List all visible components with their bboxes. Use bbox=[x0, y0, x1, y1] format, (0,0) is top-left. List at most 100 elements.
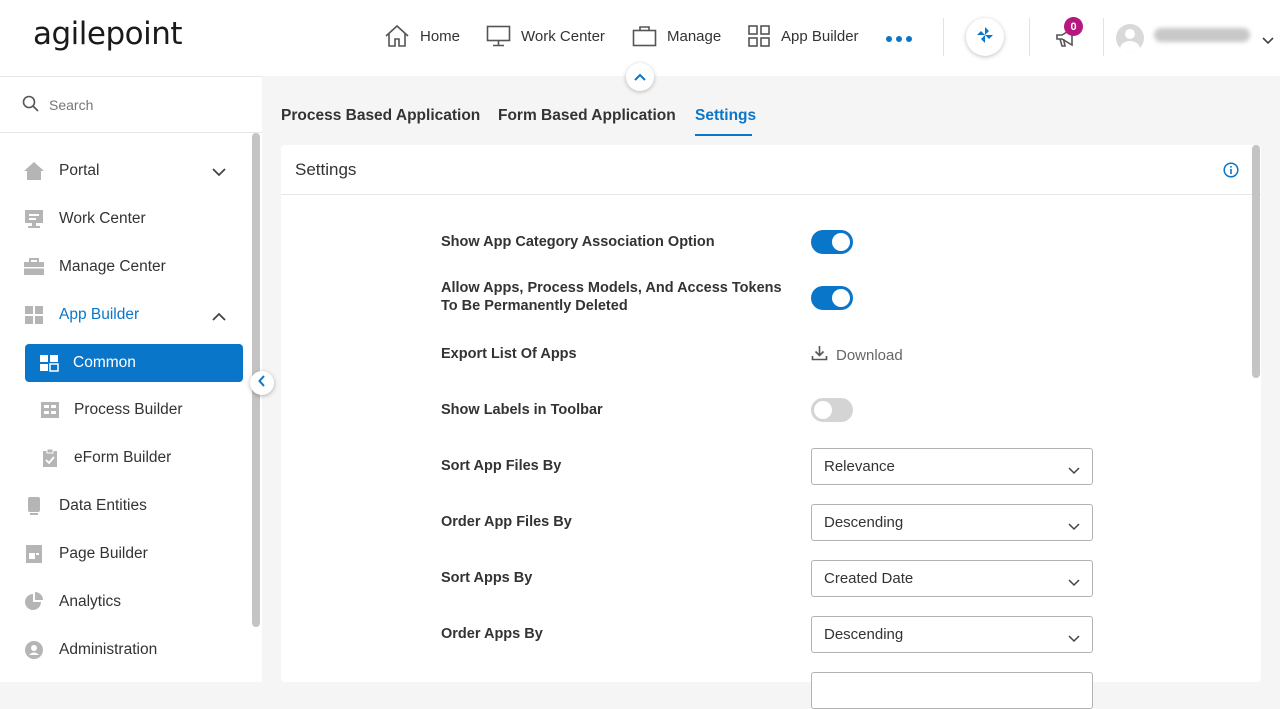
chevron-up-icon[interactable] bbox=[212, 308, 226, 326]
sidebar-subitem-label: Process Builder bbox=[74, 401, 183, 418]
download-label: Download bbox=[836, 346, 903, 364]
monitor-icon bbox=[486, 24, 511, 48]
download-button[interactable]: Download bbox=[811, 345, 903, 365]
collapse-sidebar-button[interactable] bbox=[250, 371, 274, 395]
grid-icon bbox=[747, 24, 771, 48]
sidebar: Search Portal Work Center Manage Center … bbox=[0, 76, 262, 682]
order-apps-select[interactable]: Descending bbox=[811, 616, 1093, 653]
nav-app-builder[interactable]: App Builder bbox=[747, 24, 859, 48]
show-app-category-toggle[interactable] bbox=[811, 230, 853, 254]
database-icon bbox=[22, 496, 46, 516]
chevron-down-icon bbox=[1068, 630, 1080, 647]
setting-label-line: Allow Apps, Process Models, And Access T… bbox=[441, 280, 782, 296]
select-value: Created Date bbox=[824, 570, 914, 587]
nav-manage-label: Manage bbox=[667, 27, 722, 45]
setting-label: Order Apps By bbox=[441, 626, 543, 642]
notification-badge: 0 bbox=[1064, 17, 1083, 36]
pinwheel-button[interactable] bbox=[966, 18, 1004, 56]
setting-label: Order App Files By bbox=[441, 514, 572, 530]
avatar[interactable] bbox=[1116, 24, 1144, 52]
setting-label: Sort App Files By bbox=[441, 458, 562, 474]
sidebar-item-label: Administration bbox=[59, 641, 158, 658]
common-icon bbox=[39, 354, 59, 372]
pie-chart-icon bbox=[22, 592, 46, 612]
sidebar-subitem-process-builder[interactable]: Process Builder bbox=[40, 392, 183, 428]
sidebar-item-label: Manage Center bbox=[59, 258, 166, 275]
divider bbox=[943, 18, 944, 56]
user-icon bbox=[22, 640, 46, 660]
sidebar-subitem-label: eForm Builder bbox=[74, 449, 172, 466]
select-value: Relevance bbox=[824, 458, 895, 475]
chevron-up-icon bbox=[634, 68, 646, 86]
divider bbox=[1029, 18, 1030, 56]
allow-permanent-delete-toggle[interactable] bbox=[811, 286, 853, 310]
next-setting-select[interactable] bbox=[811, 672, 1093, 709]
sidebar-item-label: Data Entities bbox=[59, 497, 147, 514]
nav-work-center-label: Work Center bbox=[521, 27, 605, 45]
tab-settings[interactable]: Settings bbox=[695, 107, 756, 125]
process-icon bbox=[40, 401, 60, 419]
setting-label-line: To Be Permanently Deleted bbox=[441, 298, 628, 314]
sidebar-item-administration[interactable]: Administration bbox=[22, 632, 157, 668]
form-icon bbox=[40, 448, 60, 468]
sidebar-subitem-common[interactable]: Common bbox=[25, 344, 243, 382]
order-app-files-select[interactable]: Descending bbox=[811, 504, 1093, 541]
sidebar-item-label: Analytics bbox=[59, 593, 122, 610]
sort-app-files-select[interactable]: Relevance bbox=[811, 448, 1093, 485]
chevron-left-icon bbox=[258, 374, 266, 392]
setting-label: Show Labels in Toolbar bbox=[441, 402, 603, 418]
sidebar-item-label: Work Center bbox=[59, 210, 146, 227]
briefcase-icon bbox=[22, 257, 46, 277]
sidebar-subitem-label: Common bbox=[73, 354, 136, 371]
grid-icon bbox=[22, 305, 46, 325]
setting-label: Export List Of Apps bbox=[441, 346, 577, 362]
sidebar-item-label: Portal bbox=[59, 162, 100, 179]
select-value: Descending bbox=[824, 514, 904, 531]
user-name-blurred[interactable] bbox=[1154, 28, 1250, 42]
home-icon bbox=[22, 161, 46, 181]
sidebar-item-app-builder[interactable]: App Builder bbox=[22, 297, 226, 333]
briefcase-icon bbox=[632, 24, 657, 48]
search-placeholder: Search bbox=[49, 96, 94, 113]
setting-label: Show App Category Association Option bbox=[441, 234, 715, 250]
settings-panel: Settings Show App Category Association O… bbox=[281, 145, 1261, 709]
download-icon bbox=[811, 345, 828, 365]
show-labels-toolbar-toggle[interactable] bbox=[811, 398, 853, 422]
more-dots-icon[interactable] bbox=[886, 36, 912, 42]
sidebar-item-data-entities[interactable]: Data Entities bbox=[22, 488, 147, 524]
collapse-header-button[interactable] bbox=[626, 63, 654, 91]
nav-work-center[interactable]: Work Center bbox=[486, 24, 605, 48]
agilepoint-logo[interactable]: agilepoint bbox=[33, 16, 183, 52]
active-tab-indicator bbox=[695, 134, 752, 136]
page-icon bbox=[22, 544, 46, 564]
setting-label: Sort Apps By bbox=[441, 570, 533, 586]
tab-form-based-application[interactable]: Form Based Application bbox=[498, 107, 676, 125]
sidebar-item-analytics[interactable]: Analytics bbox=[22, 584, 121, 620]
chevron-down-icon[interactable] bbox=[212, 164, 226, 182]
monitor-icon bbox=[22, 209, 46, 229]
panel-title: Settings bbox=[295, 160, 357, 179]
sidebar-item-work-center[interactable]: Work Center bbox=[22, 201, 146, 237]
sidebar-subitem-eform-builder[interactable]: eForm Builder bbox=[40, 440, 171, 476]
sidebar-item-label: Page Builder bbox=[59, 545, 148, 562]
divider bbox=[1103, 18, 1104, 56]
sort-apps-select[interactable]: Created Date bbox=[811, 560, 1093, 597]
chevron-down-icon bbox=[1068, 518, 1080, 535]
chevron-down-icon bbox=[1068, 462, 1080, 479]
nav-home[interactable]: Home bbox=[384, 24, 460, 48]
sidebar-item-manage-center[interactable]: Manage Center bbox=[22, 249, 166, 285]
tab-process-based-application[interactable]: Process Based Application bbox=[281, 107, 480, 125]
setting-label: Allow Apps, Process Models, And Access T… bbox=[441, 279, 782, 315]
panel-scrollbar[interactable] bbox=[1252, 145, 1260, 378]
select-value: Descending bbox=[824, 626, 904, 643]
sidebar-item-page-builder[interactable]: Page Builder bbox=[22, 536, 148, 572]
sidebar-item-portal[interactable]: Portal bbox=[22, 153, 226, 189]
info-icon[interactable] bbox=[1223, 162, 1239, 183]
pinwheel-icon bbox=[975, 25, 995, 50]
home-icon bbox=[384, 24, 410, 48]
search-input[interactable]: Search bbox=[0, 77, 262, 133]
chevron-down-icon[interactable] bbox=[1262, 32, 1274, 50]
chevron-down-icon bbox=[1068, 574, 1080, 591]
panel-header: Settings bbox=[281, 145, 1261, 195]
nav-manage[interactable]: Manage bbox=[632, 24, 721, 48]
